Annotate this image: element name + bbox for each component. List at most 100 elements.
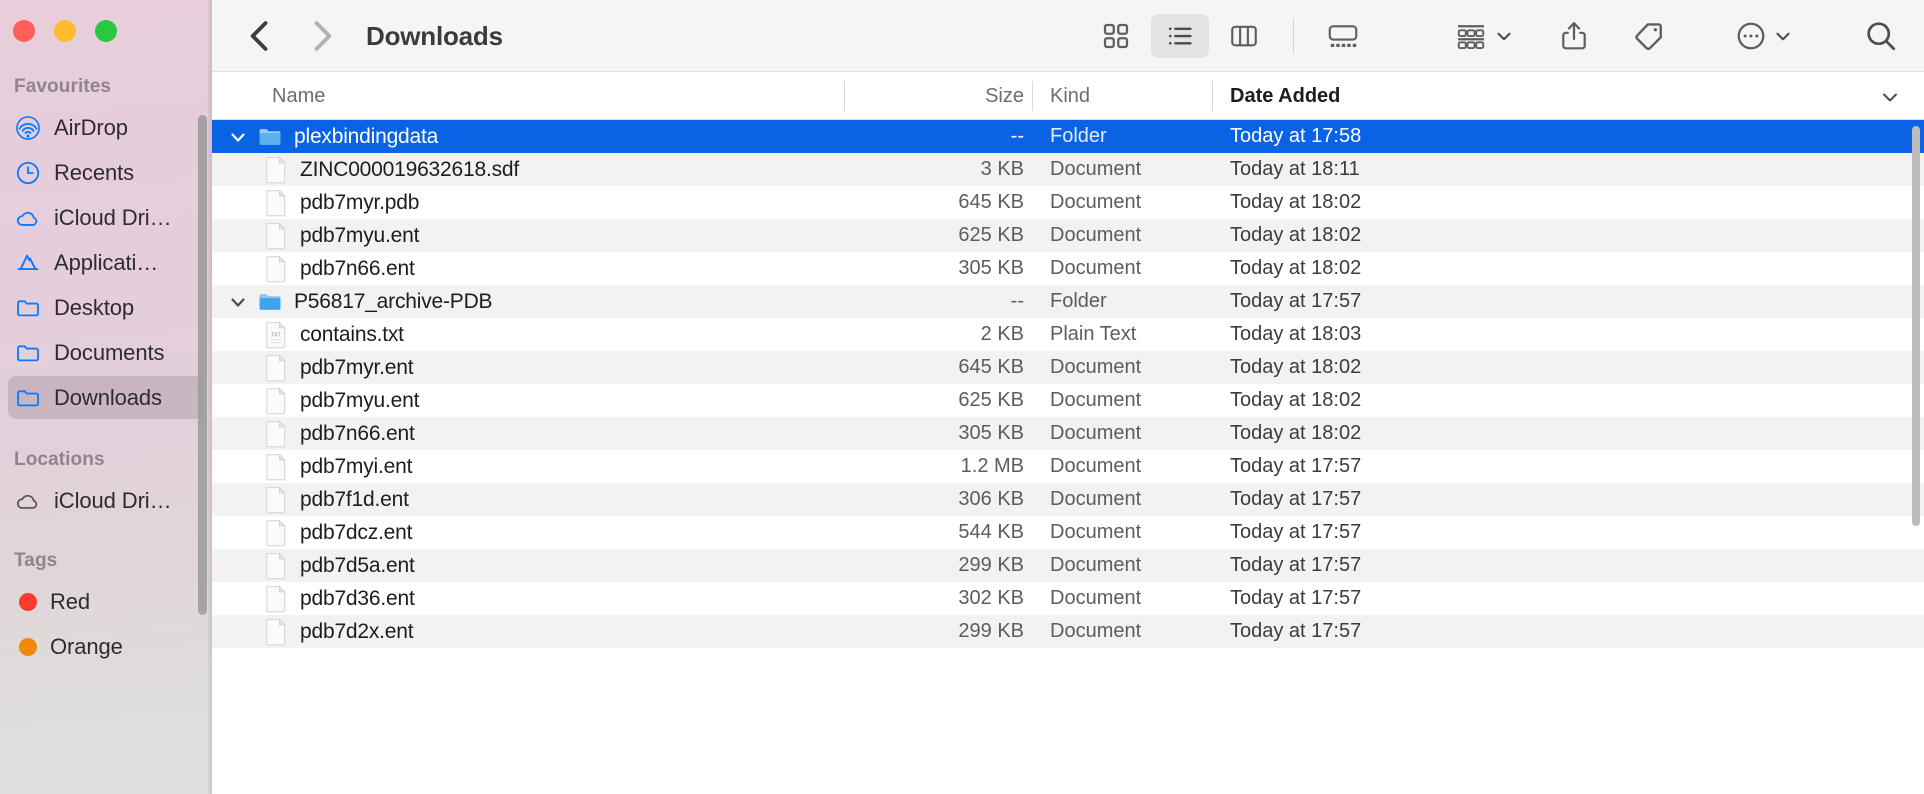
file-name-cell[interactable]: pdb7f1d.ent [212, 483, 409, 516]
file-name-cell[interactable]: pdb7d36.ent [212, 582, 415, 615]
file-name-cell[interactable]: pdb7d2x.ent [212, 615, 414, 648]
file-kind: Document [1050, 191, 1142, 213]
file-date-added: Today at 17:57 [1230, 620, 1362, 642]
chevron-down-icon [1497, 32, 1511, 41]
table-row[interactable]: ZINC000019632618.sdf 3 KB Document Today at… [212, 153, 1924, 186]
file-list-scrollbar[interactable] [1912, 126, 1920, 526]
document-file-icon [264, 386, 288, 415]
file-date-added: Today at 18:02 [1230, 224, 1362, 246]
sidebar-item-downloads[interactable]: Downloads [8, 376, 204, 419]
column-header-date-added[interactable]: Date Added [1212, 72, 1340, 120]
table-row[interactable]: P56817_archive-PDB -- Folder Today at 17:57 [212, 285, 1924, 318]
sidebar-item-documents[interactable]: Documents [8, 331, 204, 374]
column-header-size[interactable]: Size [844, 72, 1024, 120]
column-header-kind[interactable]: Kind [1032, 72, 1090, 120]
file-name-cell[interactable]: pdb7myr.ent [212, 351, 414, 384]
table-row[interactable]: pdb7dcz.ent 544 KB Document Today at 17:57 [212, 516, 1924, 549]
table-row[interactable]: pdb7myr.ent 645 KB Document Today at 18:02 [212, 351, 1924, 384]
forward-button[interactable] [300, 14, 344, 58]
group-by-button[interactable] [1454, 21, 1515, 51]
file-date-added: Today at 17:57 [1230, 521, 1362, 543]
table-row[interactable]: pdb7myu.ent 625 KB Document Today at 18:02 [212, 219, 1924, 252]
file-size: 544 KB [958, 521, 1024, 543]
sort-direction-icon[interactable] [1878, 85, 1902, 109]
column-view-button[interactable] [1215, 14, 1273, 58]
cloud-gray-icon [15, 488, 41, 514]
disclosure-toggle[interactable] [212, 290, 250, 314]
page-title: Downloads [366, 20, 503, 51]
column-header-name[interactable]: Name [272, 72, 325, 120]
column-headers: Name Size Kind Date Added [212, 72, 1924, 120]
file-name: pdb7d5a.ent [300, 553, 415, 577]
table-row[interactable]: plexbindingdata -- Folder Today at 17:58 [212, 120, 1924, 153]
file-name: pdb7n66.ent [300, 421, 415, 445]
sidebar-item-icloud-dri[interactable]: iCloud Dri… [8, 196, 204, 239]
toolbar: Downloads [212, 0, 1924, 72]
back-button[interactable] [238, 14, 282, 58]
file-name-cell[interactable]: TXT contains.txt [212, 318, 404, 351]
file-name-cell[interactable]: pdb7n66.ent [212, 417, 415, 450]
table-row[interactable]: pdb7d36.ent 302 KB Document Today at 17:57 [212, 582, 1924, 615]
sidebar-scrollbar[interactable] [198, 115, 207, 615]
file-size: 305 KB [958, 422, 1024, 444]
table-row[interactable]: pdb7myr.pdb 645 KB Document Today at 18:02 [212, 186, 1924, 219]
sidebar-item-red[interactable]: Red [8, 580, 204, 623]
minimize-button[interactable] [54, 20, 76, 42]
table-row[interactable]: pdb7myu.ent 625 KB Document Today at 18:02 [212, 384, 1924, 417]
file-size: 625 KB [958, 224, 1024, 246]
disclosure-toggle[interactable] [212, 125, 250, 149]
table-row[interactable]: TXT contains.txt 2 KB Plain Text Today at 1… [212, 318, 1924, 351]
table-row[interactable]: pdb7myi.ent 1.2 MB Document Today at 17:57 [212, 450, 1924, 483]
file-name: contains.txt [300, 322, 404, 346]
share-button[interactable] [1559, 20, 1589, 52]
file-kind: Document [1050, 158, 1142, 180]
sidebar-item-label: AirDrop [54, 114, 128, 140]
file-date-added: Today at 17:57 [1230, 455, 1362, 477]
file-list: plexbindingdata -- Folder Today at 17:58 ZI… [212, 120, 1924, 648]
file-kind: Document [1050, 257, 1142, 279]
table-row[interactable]: pdb7f1d.ent 306 KB Document Today at 17:57 [212, 483, 1924, 516]
file-name-cell[interactable]: pdb7myu.ent [212, 219, 419, 252]
file-name: pdb7myu.ent [300, 388, 420, 412]
gallery-view-button[interactable] [1314, 14, 1372, 58]
maximize-button[interactable] [95, 20, 117, 42]
sidebar-item-desktop[interactable]: Desktop [8, 286, 204, 329]
file-date-added: Today at 18:11 [1230, 158, 1360, 180]
sidebar-item-label: Recents [54, 159, 135, 185]
folder-icon [15, 385, 41, 411]
table-row[interactable]: pdb7d2x.ent 299 KB Document Today at 17:57 [212, 615, 1924, 648]
file-size: -- [1010, 290, 1024, 312]
list-view-button[interactable] [1151, 14, 1209, 58]
tag-icon[interactable] [1633, 20, 1665, 52]
file-name: ZINC000019632618.sdf [300, 157, 519, 181]
more-options-button[interactable] [1735, 20, 1794, 52]
file-name-cell[interactable]: pdb7myu.ent [212, 384, 419, 417]
column-divider [1032, 81, 1033, 111]
file-size: 1.2 MB [960, 455, 1024, 477]
icon-view-button[interactable] [1087, 14, 1145, 58]
file-kind: Document [1050, 224, 1142, 246]
sidebar-item-airdrop[interactable]: AirDrop [8, 106, 204, 149]
file-name-cell[interactable]: plexbindingdata [212, 120, 438, 153]
file-name: pdb7myr.ent [300, 355, 414, 379]
sidebar-sections: Favourites AirDrop Recents iCloud Dri… A… [0, 62, 212, 668]
file-kind: Document [1050, 554, 1142, 576]
table-row[interactable]: pdb7n66.ent 305 KB Document Today at 18:02 [212, 252, 1924, 285]
file-name-cell[interactable]: pdb7myr.pdb [212, 186, 419, 219]
table-row[interactable]: pdb7d5a.ent 299 KB Document Today at 17:57 [212, 549, 1924, 582]
file-name-cell[interactable]: pdb7myi.ent [212, 450, 412, 483]
file-name-cell[interactable]: pdb7n66.ent [212, 252, 415, 285]
file-name-cell[interactable]: ZINC000019632618.sdf [212, 153, 519, 186]
sidebar-item-recents[interactable]: Recents [8, 151, 204, 194]
table-row[interactable]: pdb7n66.ent 305 KB Document Today at 18:02 [212, 417, 1924, 450]
sidebar-item-orange[interactable]: Orange [8, 625, 204, 668]
file-date-added: Today at 18:02 [1230, 356, 1362, 378]
sidebar-item-icloud-dri[interactable]: iCloud Dri… [8, 479, 204, 522]
file-name-cell[interactable]: pdb7d5a.ent [212, 549, 415, 582]
file-name-cell[interactable]: pdb7dcz.ent [212, 516, 412, 549]
file-date-added: Today at 18:02 [1230, 257, 1362, 279]
search-icon[interactable] [1864, 19, 1898, 53]
sidebar-item-applicati[interactable]: Applicati… [8, 241, 204, 284]
file-name-cell[interactable]: P56817_archive-PDB [212, 285, 493, 318]
close-button[interactable] [13, 20, 35, 42]
